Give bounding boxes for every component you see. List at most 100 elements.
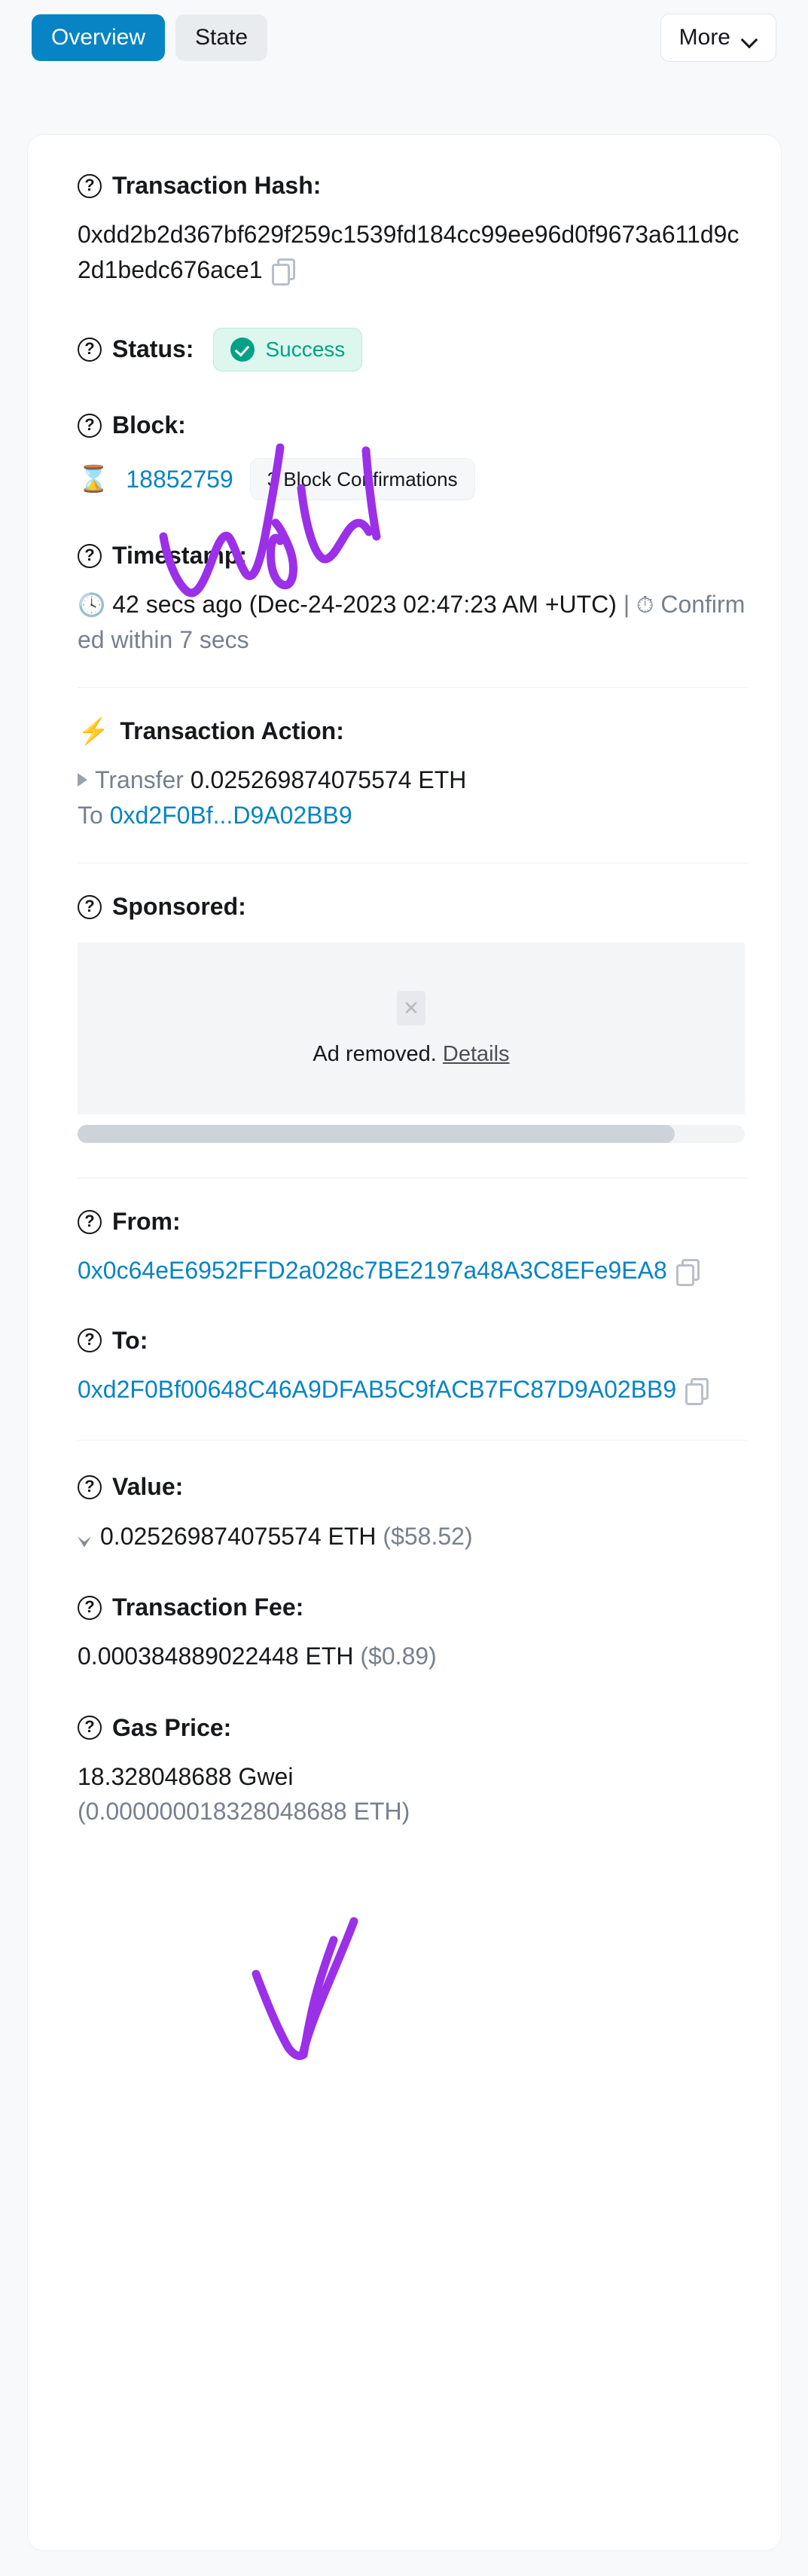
status-value: Success [265, 337, 346, 361]
scrollbar-thumb[interactable] [78, 1125, 675, 1144]
transaction-hash-label: Transaction Hash: [112, 172, 322, 199]
transaction-fee-eth: 0.000384889022448 ETH [78, 1642, 354, 1670]
value-usd: ($58.52) [383, 1522, 473, 1550]
value-label: Value: [112, 1473, 184, 1501]
to-label-row: ? To: [78, 1325, 748, 1357]
gas-price-label-row: ? Gas Price: [78, 1712, 748, 1744]
clock-icon: 🕓 [78, 593, 106, 619]
block-line: ⌛ 18852759 3 Block Confirmations [78, 458, 748, 501]
sponsored-label-row: ? Sponsored: [78, 891, 748, 923]
field-status: ? Status: Success [78, 327, 748, 371]
transaction-fee-usd: ($0.89) [360, 1642, 437, 1670]
action-to-word: To [78, 801, 103, 829]
field-transaction-hash: ? Transaction Hash: 0xdd2b2d367bf629f259… [78, 170, 748, 287]
gas-price-label: Gas Price: [112, 1713, 232, 1741]
transaction-action-label: Transaction Action: [120, 717, 344, 745]
transaction-details-page: Overview State More ? Transaction Hash: … [0, 0, 808, 2576]
field-value: ? Value: 0.025269874075574 ETH ($58.52) [78, 1471, 748, 1554]
gas-price-eth: (0.000000018328048688 ETH) [78, 1798, 410, 1826]
action-verb: Transfer [95, 766, 184, 794]
hourglass-icon: ⌛ [78, 465, 110, 494]
ad-removed-label: Ad removed. [313, 1041, 437, 1066]
tab-overview[interactable]: Overview [32, 14, 166, 61]
block-number-link[interactable]: 18852759 [126, 466, 233, 494]
to-address-link[interactable]: 0xd2F0Bf00648C46A9DFAB5C9fACB7FC87D9A02B… [78, 1376, 676, 1403]
transaction-fee-value-wrap: 0.000384889022448 ETH ($0.89) [78, 1639, 748, 1673]
divider [78, 1440, 748, 1441]
more-label: More [678, 25, 730, 50]
from-value-wrap: 0x0c64eE6952FFD2a028c7BE2197a48A3C8EFe9E… [78, 1253, 748, 1288]
value-eth: 0.025269874075574 ETH [100, 1522, 377, 1550]
status-badge: Success [213, 327, 363, 371]
transaction-fee-label: Transaction Fee: [112, 1594, 304, 1621]
triangle-right-icon[interactable] [78, 773, 87, 787]
gas-price-gwei: 18.328048688 Gwei [78, 1762, 294, 1790]
more-dropdown-button[interactable]: More [660, 14, 776, 62]
transaction-hash-value: 0xdd2b2d367bf629f259c1539fd184cc99ee96d0… [78, 221, 739, 283]
ad-removed-text: Ad removed. Details [313, 1042, 509, 1067]
page-toolbar: Overview State More [0, 8, 808, 68]
tab-state[interactable]: State [175, 14, 268, 61]
transaction-action-value: Transfer 0.025269874075574 ETH To 0xd2F0… [78, 762, 748, 833]
timestamp-absolute: (Dec-24-2023 02:47:23 AM +UTC) [248, 591, 617, 619]
horizontal-scrollbar[interactable] [78, 1125, 745, 1144]
to-label: To: [112, 1326, 148, 1354]
block-label: Block: [112, 411, 186, 439]
ad-placeholder: ✕ Ad removed. Details [78, 943, 745, 1115]
overview-card: ? Transaction Hash: 0xdd2b2d367bf629f259… [27, 134, 782, 2551]
gas-price-value-wrap: 18.328048688 Gwei (0.000000018328048688 … [78, 1759, 748, 1829]
question-circle-icon[interactable]: ? [78, 543, 102, 568]
tab-bar: Overview State [32, 14, 268, 61]
question-circle-icon[interactable]: ? [78, 894, 102, 919]
field-timestamp: ? Timestamp: 🕓 42 secs ago (Dec-24-2023 … [78, 539, 748, 657]
block-confirmations-chip: 3 Block Confirmations [249, 458, 475, 501]
block-label-row: ? Block: [78, 409, 748, 442]
stopwatch-icon: ⏱ [636, 593, 654, 619]
question-circle-icon[interactable]: ? [78, 1595, 102, 1620]
timestamp-relative: 42 secs ago [112, 591, 242, 619]
field-transaction-fee: ? Transaction Fee: 0.000384889022448 ETH… [78, 1591, 748, 1674]
field-gas-price: ? Gas Price: 18.328048688 Gwei (0.000000… [78, 1712, 748, 1829]
status-label: Status: [112, 335, 194, 363]
chevron-down-icon [742, 34, 758, 42]
close-box-icon[interactable]: ✕ [397, 990, 425, 1025]
question-circle-icon[interactable]: ? [78, 337, 102, 362]
status-line: ? Status: Success [78, 327, 748, 371]
field-sponsored: ? Sponsored: ✕ Ad removed. Details [78, 891, 748, 1144]
ad-details-link[interactable]: Details [443, 1042, 510, 1066]
transaction-action-label-row: ⚡ Transaction Action: [78, 715, 748, 747]
field-transaction-action: ⚡ Transaction Action: Transfer 0.0252698… [78, 715, 748, 833]
from-address-link[interactable]: 0x0c64eE6952FFD2a028c7BE2197a48A3C8EFe9E… [78, 1257, 667, 1284]
lightning-bolt-icon: ⚡ [78, 717, 110, 746]
from-label-row: ? From: [78, 1205, 748, 1238]
question-circle-icon[interactable]: ? [78, 1716, 102, 1740]
transaction-fee-label-row: ? Transaction Fee: [78, 1591, 748, 1624]
copy-icon[interactable] [685, 1378, 709, 1406]
from-label: From: [112, 1208, 181, 1236]
question-circle-icon[interactable]: ? [78, 1475, 102, 1500]
check-circle-icon [230, 337, 255, 362]
timestamp-label-row: ? Timestamp: [78, 539, 748, 572]
question-circle-icon[interactable]: ? [78, 173, 102, 198]
question-circle-icon[interactable]: ? [78, 413, 102, 438]
field-from: ? From: 0x0c64eE6952FFD2a028c7BE2197a48A… [78, 1205, 748, 1288]
field-block: ? Block: ⌛ 18852759 3 Block Confirmation… [78, 409, 748, 501]
transaction-hash-value-wrap: 0xdd2b2d367bf629f259c1539fd184cc99ee96d0… [78, 217, 748, 287]
copy-icon[interactable] [271, 258, 295, 286]
transaction-hash-label-row: ? Transaction Hash: [78, 170, 748, 202]
ethereum-diamond-icon [78, 1524, 91, 1548]
copy-icon[interactable] [675, 1259, 700, 1287]
question-circle-icon[interactable]: ? [78, 1209, 102, 1234]
timestamp-label: Timestamp: [112, 542, 248, 570]
field-to: ? To: 0xd2F0Bf00648C46A9DFAB5C9fACB7FC87… [78, 1325, 748, 1407]
value-amount-wrap: 0.025269874075574 ETH ($58.52) [78, 1519, 748, 1554]
to-value-wrap: 0xd2F0Bf00648C46A9DFAB5C9fACB7FC87D9A02B… [78, 1372, 748, 1407]
sponsored-label: Sponsored: [112, 893, 246, 921]
value-label-row: ? Value: [78, 1471, 748, 1503]
timestamp-separator: | [623, 591, 630, 619]
status-label-row: ? Status: [78, 333, 194, 365]
question-circle-icon[interactable]: ? [78, 1328, 102, 1353]
divider [78, 687, 748, 689]
action-to-address-link[interactable]: 0xd2F0Bf...D9A02BB9 [110, 802, 352, 829]
timestamp-value-wrap: 🕓 42 secs ago (Dec-24-2023 02:47:23 AM +… [78, 587, 748, 657]
